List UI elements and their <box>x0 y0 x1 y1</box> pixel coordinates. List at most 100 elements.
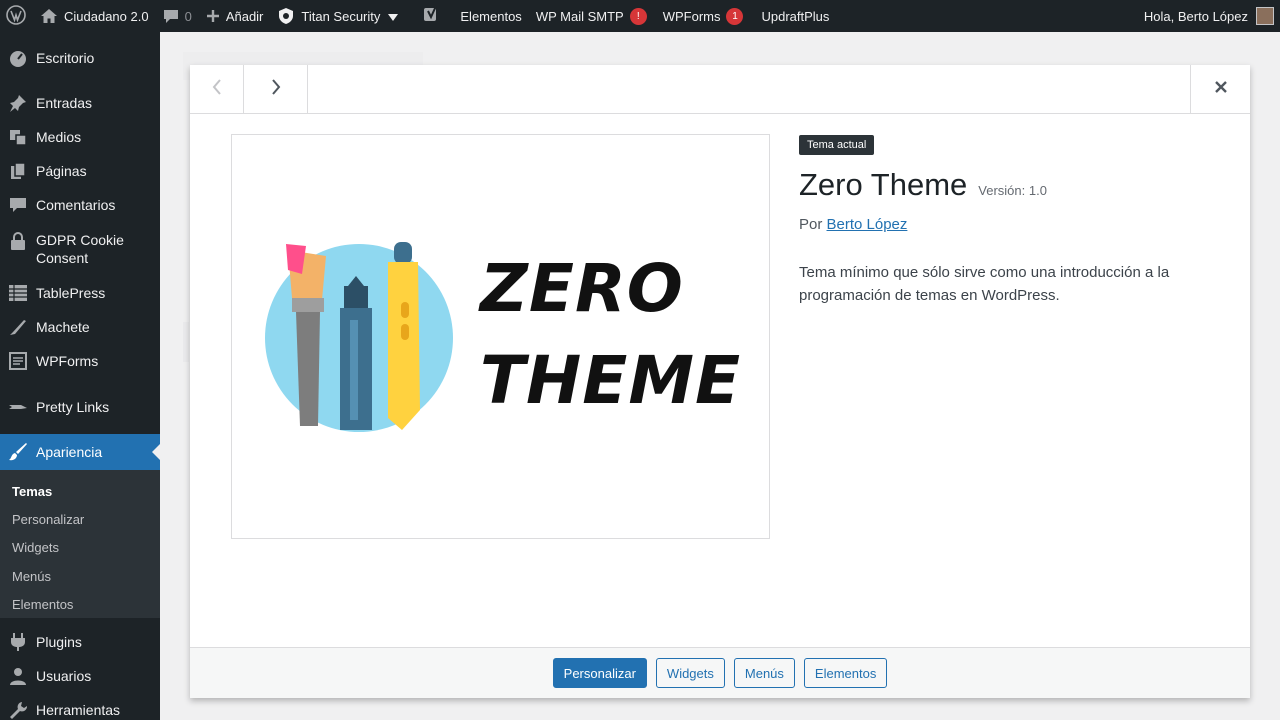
author-link[interactable]: Berto López <box>827 216 908 233</box>
dashboard-icon <box>8 48 28 68</box>
sidebar-item-label: Entradas <box>36 95 93 111</box>
my-account-menu[interactable]: Hola, Berto López <box>1137 0 1280 32</box>
caret-down-icon <box>388 9 399 24</box>
next-theme-button[interactable] <box>244 65 308 114</box>
close-icon <box>1214 80 1228 99</box>
sidebar-item-paginas[interactable]: Páginas <box>0 161 160 181</box>
sidebar-item-label: Usuarios <box>36 668 92 684</box>
current-menu-arrow <box>152 444 160 460</box>
elementos-label: Elementos <box>460 8 522 24</box>
sidebar-item-machete[interactable]: Machete <box>0 317 160 337</box>
submenu-item-widgets[interactable]: Widgets <box>12 540 59 555</box>
previous-theme-button[interactable] <box>190 65 244 114</box>
home-icon <box>40 8 58 24</box>
admin-bar: Ciudadano 2.0 0 Añadir Titan Security El… <box>0 0 1280 32</box>
forms-icon <box>8 351 28 371</box>
submenu-item-elementos[interactable]: Elementos <box>12 597 73 612</box>
updraftplus-label: UpdraftPlus <box>761 8 830 24</box>
wp-mail-smtp-label: WP Mail SMTP <box>535 8 624 24</box>
customize-button[interactable]: Personalizar <box>552 658 647 688</box>
titan-shield-icon <box>277 7 295 25</box>
menus-button[interactable]: Menús <box>733 658 795 688</box>
comment-icon <box>8 195 28 215</box>
sidebar-item-label: Páginas <box>36 163 87 179</box>
sidebar-item-label: Machete <box>36 319 90 335</box>
sidebar-item-medios[interactable]: Medios <box>0 127 160 147</box>
pushpin-icon <box>8 93 28 113</box>
media-icon <box>8 127 28 147</box>
elementos-button[interactable]: Elementos <box>803 658 888 688</box>
sidebar-item-label-line1: GDPR Cookie <box>36 232 124 248</box>
theme-logo-illustration <box>265 242 453 432</box>
sidebar-item-label: Apariencia <box>36 444 103 460</box>
sidebar-item-comentarios[interactable]: Comentarios <box>0 195 160 215</box>
sidebar-item-label: WPForms <box>36 353 99 369</box>
close-modal-button[interactable] <box>1190 65 1250 114</box>
sidebar-item-gdpr-cookie-consent[interactable]: GDPR Cookie Consent <box>0 231 160 267</box>
sidebar-item-label-line2: Consent <box>36 250 89 266</box>
sidebar-item-usuarios[interactable]: Usuarios <box>0 666 160 686</box>
wpforms-badge: 1 <box>726 7 744 25</box>
author-prefix: Por <box>799 216 823 233</box>
site-name-link[interactable]: Ciudadano 2.0 <box>33 0 156 32</box>
link-icon <box>8 397 28 417</box>
sidebar-item-tablepress[interactable]: TablePress <box>0 283 160 303</box>
tools-icon <box>8 700 28 720</box>
sidebar-item-entradas[interactable]: Entradas <box>0 93 160 113</box>
theme-description: Tema mínimo que sólo sirve como una intr… <box>799 264 1170 304</box>
elementos-link[interactable]: Elementos <box>453 0 528 32</box>
sidebar-item-escritorio[interactable]: Escritorio <box>0 48 160 68</box>
submenu-item-menus[interactable]: Menús <box>12 569 51 584</box>
theme-version: Versión: 1.0 <box>978 183 1047 198</box>
modal-header <box>190 65 1250 114</box>
chevron-left-icon <box>212 79 222 100</box>
modal-actions: Personalizar Widgets Menús Elementos <box>190 647 1250 698</box>
yoast-icon <box>423 5 439 27</box>
brush-icon <box>8 442 28 462</box>
titan-security-menu[interactable]: Titan Security <box>270 0 405 32</box>
plus-icon <box>206 9 220 23</box>
theme-logo-text: ZERO THEME <box>480 243 741 427</box>
theme-details-modal: ZERO THEME Tema actual Zero Theme Versió… <box>190 65 1250 698</box>
theme-name: Zero Theme <box>799 167 968 202</box>
wpforms-link[interactable]: WPForms 1 <box>654 0 751 32</box>
sidebar-item-plugins[interactable]: Plugins <box>0 632 160 652</box>
widgets-button[interactable]: Widgets <box>655 658 725 688</box>
theme-name-heading: Zero Theme Versión: 1.0 <box>799 167 1219 203</box>
wordpress-logo-button[interactable] <box>0 0 33 32</box>
comment-bubble-icon <box>163 9 179 24</box>
plugin-icon <box>8 632 28 652</box>
sidebar-item-pretty-links[interactable]: Pretty Links <box>0 397 160 417</box>
chevron-right-icon <box>271 79 281 100</box>
sidebar-item-label: GDPR Cookie Consent <box>36 231 124 267</box>
wordpress-icon <box>6 4 26 28</box>
site-name: Ciudadano 2.0 <box>64 8 149 24</box>
logo-line-2: THEME <box>480 342 742 419</box>
sidebar-item-label: Comentarios <box>36 197 116 213</box>
pages-icon <box>8 161 28 181</box>
comments-count: 0 <box>184 8 192 24</box>
sidebar-item-label: Plugins <box>36 634 82 650</box>
add-new-menu[interactable]: Añadir <box>199 0 271 32</box>
wpforms-label: WPForms <box>662 8 721 24</box>
sidebar-item-apariencia[interactable]: Apariencia <box>0 434 160 470</box>
sidebar-item-herramientas[interactable]: Herramientas <box>0 700 160 720</box>
users-icon <box>8 666 28 686</box>
submenu-item-personalizar[interactable]: Personalizar <box>12 512 84 527</box>
sidebar-item-label: Pretty Links <box>36 399 110 415</box>
admin-sidebar: Escritorio Entradas Medios Páginas Comen… <box>0 32 160 720</box>
comments-link[interactable]: 0 <box>156 0 199 32</box>
theme-info: Tema actual Zero Theme Versión: 1.0 Por … <box>799 135 1219 307</box>
updraftplus-link[interactable]: UpdraftPlus <box>750 0 836 32</box>
logo-line-1: ZERO <box>480 250 684 327</box>
sidebar-item-wpforms[interactable]: WPForms <box>0 351 160 371</box>
add-new-label: Añadir <box>225 8 264 24</box>
table-icon <box>8 283 28 303</box>
yoast-menu[interactable] <box>405 0 453 32</box>
submenu-item-temas[interactable]: Temas <box>12 484 52 499</box>
avatar <box>1256 7 1274 25</box>
sidebar-item-label: TablePress <box>36 285 106 301</box>
greeting: Hola, Berto López <box>1143 8 1248 24</box>
appearance-submenu: Temas Personalizar Widgets Menús Element… <box>0 470 160 618</box>
wp-mail-smtp-link[interactable]: WP Mail SMTP ! <box>529 0 654 32</box>
